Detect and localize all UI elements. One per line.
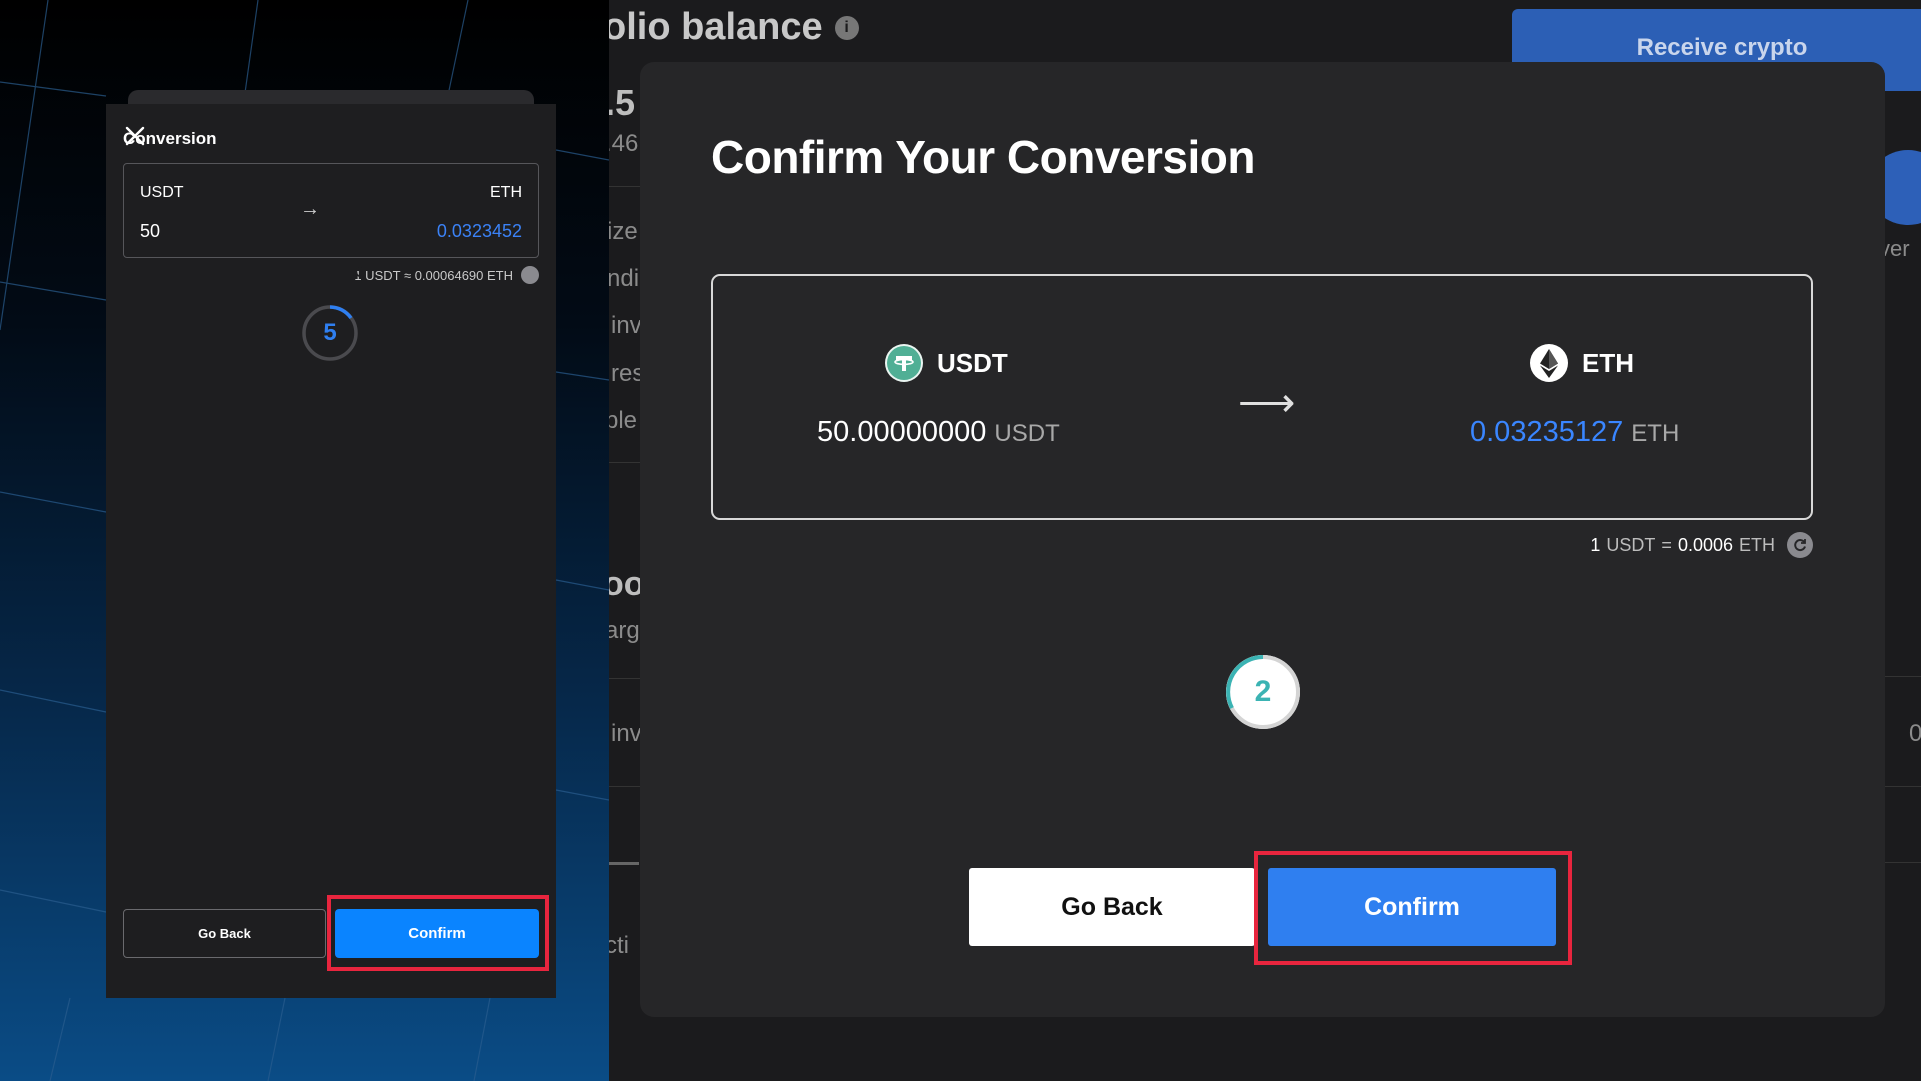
confirm-highlight [1254,851,1572,965]
bg-fragment: inv [611,312,642,339]
bg-tab-underline [609,862,639,865]
screen: Conversion USDT ETH → 50 0.0323452 1 USD… [0,0,1921,1081]
portfolio-balance-heading: olio balance i [609,6,859,49]
from-coin: USDT [885,344,1008,382]
mobile-background: Conversion USDT ETH → 50 0.0323452 1 USD… [0,0,609,1081]
to-coin-symbol: ETH [1582,347,1634,378]
mobile-from-amount: 50 [140,221,161,241]
to-amount-unit: ETH [1631,420,1680,447]
bg-fragment: ble [609,407,638,434]
bg-fragment: cti [609,932,629,959]
from-amount-value: 50.00000000 [817,416,987,448]
mobile-to-symbol: ETH [490,184,522,201]
from-amount-unit: USDT [994,420,1060,447]
mobile-header: Conversion [123,124,539,154]
refresh-icon[interactable] [1787,532,1813,558]
close-icon[interactable] [125,126,539,151]
bg-fragment: .5 [609,82,636,123]
bg-fragment: ndi [609,265,640,292]
ethereum-logo-icon [1530,344,1568,382]
mobile-to-amount: 0.0323452 [436,221,522,241]
bg-divider [1879,862,1921,863]
tether-logo-icon [885,344,923,382]
receive-crypto-label: Receive crypto [1636,34,1808,61]
rate-prefix: 1 [1590,534,1601,555]
refresh-icon[interactable] [355,266,539,284]
mobile-rate-text: 1 USDT ≈ 0.00064690 ETH [354,267,513,283]
mobile-confirm-highlight [327,895,549,971]
bg-fragment: ize [609,218,638,245]
countdown-value: 2 [1254,675,1272,708]
countdown-timer: 2 [1223,652,1303,732]
exchange-rate: 1 USDT = 0.0006 ETH [1590,532,1813,558]
bg-fragment: arg [609,617,640,644]
modal-title: Confirm Your Conversion [711,131,1255,183]
to-amount-value: 0.03235127 [1470,416,1624,448]
info-icon[interactable]: i [834,15,859,40]
from-coin-symbol: USDT [937,347,1008,378]
portfolio-title-fragment: olio balance [609,6,823,48]
rate-equals: = [1661,534,1672,555]
bg-divider [1879,676,1921,677]
rate-to-unit: ETH [1739,534,1775,555]
mobile-countdown-timer: 5 [301,304,359,362]
arrow-right-icon: → [300,198,320,220]
go-back-button[interactable]: Go Back [969,868,1255,946]
bg-divider [1879,786,1921,787]
bg-fragment: inv [611,720,642,747]
to-amount: 0.03235127 ETH [1470,416,1679,449]
mobile-conversion-sheet: Conversion USDT ETH → 50 0.0323452 1 USD… [106,104,556,998]
rate-from-unit: USDT [1606,534,1656,555]
mobile-from-symbol: USDT [140,184,184,201]
mobile-conversion-card: USDT ETH → 50 0.0323452 [123,163,539,258]
conversion-summary-card: USDT ETH ⟶ 50.00000000 USDT 0.03235127 E… [711,274,1813,520]
mobile-exchange-rate: 1 USDT ≈ 0.00064690 ETH [354,266,539,284]
to-coin: ETH [1530,344,1634,382]
mobile-countdown-value: 5 [323,319,337,346]
bg-fragment: 0 [1909,720,1921,747]
mobile-go-back-button[interactable]: Go Back [123,909,326,958]
arrow-right-icon: ⟶ [1238,381,1296,425]
bg-fragment: .46 [609,130,639,157]
rate-value: 0.0006 [1677,534,1733,555]
from-amount: 50.00000000 USDT [817,416,1060,449]
